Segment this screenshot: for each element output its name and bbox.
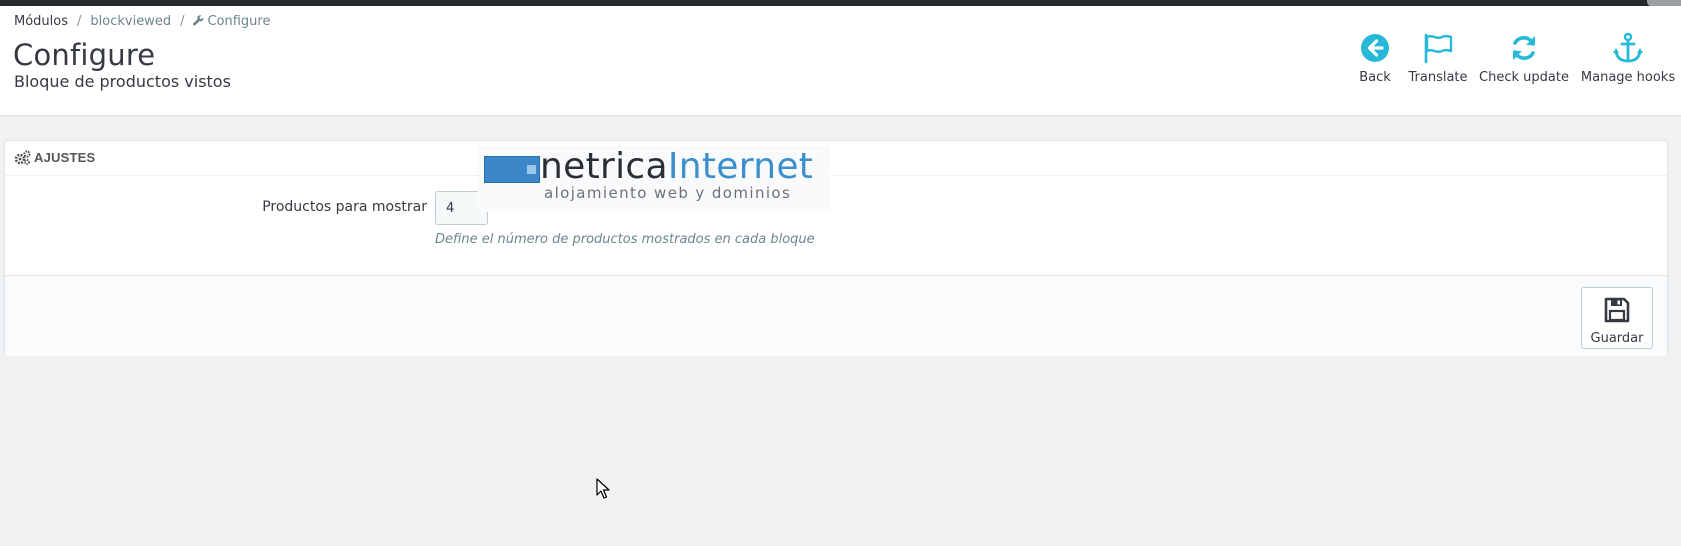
logo-name: netricaInternet	[540, 146, 813, 187]
anchor-icon	[1613, 32, 1643, 63]
page-subtitle: Bloque de productos vistos	[14, 72, 231, 91]
page-header: Módulos / blockviewed / Configure Configure …	[0, 6, 1681, 116]
breadcrumb: Módulos / blockviewed / Configure	[14, 14, 270, 29]
check-update-button[interactable]: Check update	[1476, 32, 1572, 85]
breadcrumb-current-label: Configure	[207, 14, 271, 29]
check-update-label: Check update	[1479, 70, 1569, 85]
logo-name-part2: Internet	[667, 146, 814, 187]
floppy-disk-icon	[1604, 297, 1630, 323]
panel-heading: AJUSTES	[5, 141, 1667, 176]
logo-mark-square	[527, 165, 536, 174]
settings-panel: AJUSTES Productos para mostrar Define el…	[4, 140, 1668, 356]
refresh-icon	[1513, 36, 1535, 60]
breadcrumb-separator: /	[180, 14, 185, 29]
logo-mark	[484, 156, 540, 183]
arrow-circle-left-icon	[1361, 34, 1389, 62]
products-count-help: Define el número de productos mostrados …	[435, 232, 815, 247]
manage-hooks-label: Manage hooks	[1580, 70, 1676, 85]
products-count-label: Productos para mostrar	[262, 199, 427, 215]
mouse-cursor-icon	[596, 478, 610, 499]
wrench-icon	[193, 15, 204, 26]
logo-tagline: alojamiento web y dominios	[544, 184, 792, 202]
breadcrumb-item-current: Configure	[193, 14, 270, 29]
breadcrumb-item-module[interactable]: blockviewed	[90, 14, 171, 29]
netrica-logo: netricaInternet alojamiento web y domini…	[478, 146, 830, 212]
panel-footer	[5, 275, 1667, 356]
translate-button[interactable]: Translate	[1404, 32, 1472, 85]
back-label: Back	[1359, 70, 1391, 85]
panel-heading-title: AJUSTES	[34, 150, 96, 165]
breadcrumb-separator: /	[77, 14, 82, 29]
page-title: Configure	[13, 38, 156, 72]
back-button[interactable]: Back	[1350, 32, 1400, 85]
manage-hooks-button[interactable]: Manage hooks	[1578, 32, 1678, 85]
breadcrumb-item-modulos[interactable]: Módulos	[14, 14, 68, 29]
flag-icon	[1424, 33, 1453, 64]
logo-name-part1: netrica	[540, 146, 668, 187]
translate-label: Translate	[1408, 70, 1468, 85]
save-label: Guardar	[1590, 331, 1644, 346]
save-button[interactable]: Guardar	[1581, 287, 1653, 349]
cogs-icon	[14, 150, 31, 165]
